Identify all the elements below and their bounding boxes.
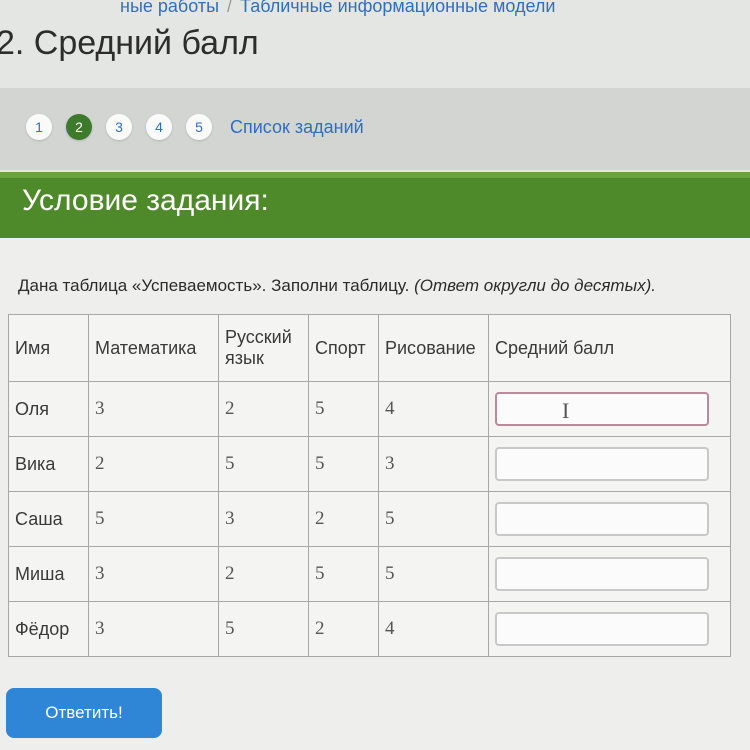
table-row: Вика 2 5 5 3 (8, 436, 731, 492)
grade-cell: 3 (88, 381, 219, 437)
grade-cell: 2 (308, 601, 379, 657)
grades-table: Имя Математика Русский язык Спорт Рисова… (8, 314, 731, 657)
student-name: Оля (8, 381, 89, 437)
page-title: 2. Средний балл (0, 24, 259, 62)
page-1-button[interactable]: 1 (26, 114, 52, 140)
grade-cell: 5 (378, 491, 489, 547)
breadcrumb-current-link[interactable]: Табличные информационные модели (240, 0, 555, 16)
submit-button[interactable]: Ответить! (6, 688, 162, 738)
task-statement-text: Дана таблица «Успеваемость». Заполни таб… (18, 276, 410, 295)
header-sport: Спорт (308, 314, 379, 382)
grade-cell: 5 (88, 491, 219, 547)
average-input[interactable] (495, 447, 709, 481)
student-name: Вика (8, 436, 89, 492)
breadcrumb-prev-link[interactable]: ные работы (120, 0, 219, 16)
average-cell (488, 436, 731, 492)
header-name: Имя (8, 314, 89, 382)
section-header: Условие задания: (0, 172, 750, 238)
table-row: Саша 5 3 2 5 (8, 491, 731, 547)
grade-cell: 5 (308, 436, 379, 492)
page-4-button[interactable]: 4 (146, 114, 172, 140)
task-statement-note: (Ответ округли до десятых). (414, 276, 656, 295)
table-row: Фёдор 3 5 2 4 (8, 601, 731, 657)
header-average: Средний балл (488, 314, 731, 382)
average-input[interactable] (495, 612, 709, 646)
grade-cell: 3 (218, 491, 309, 547)
task-pager: 1 2 3 4 5 Список заданий (26, 114, 364, 140)
grade-cell: 2 (88, 436, 219, 492)
student-name: Саша (8, 491, 89, 547)
page-3-button[interactable]: 3 (106, 114, 132, 140)
section-title: Условие задания: (22, 184, 269, 217)
average-input[interactable] (495, 557, 709, 591)
text-cursor-icon: I (562, 398, 570, 423)
breadcrumb: ные работы / Табличные информационные моде… (120, 0, 555, 17)
header-russian: Русский язык (218, 314, 309, 382)
grade-cell: 3 (88, 546, 219, 602)
grade-cell: 2 (218, 381, 309, 437)
grade-cell: 5 (218, 601, 309, 657)
student-name: Фёдор (8, 601, 89, 657)
task-statement: Дана таблица «Успеваемость». Заполни таб… (18, 276, 656, 296)
page-2-button[interactable]: 2 (66, 114, 92, 140)
average-cell (488, 546, 731, 602)
grade-cell: 2 (218, 546, 309, 602)
average-input[interactable] (495, 392, 709, 426)
grade-cell: 2 (308, 491, 379, 547)
grade-cell: 3 (378, 436, 489, 492)
table-header-row: Имя Математика Русский язык Спорт Рисова… (8, 314, 731, 382)
average-input[interactable] (495, 502, 709, 536)
average-cell (488, 381, 731, 437)
header-math: Математика (88, 314, 219, 382)
grade-cell: 4 (378, 381, 489, 437)
grade-cell: 5 (378, 546, 489, 602)
average-cell (488, 601, 731, 657)
grade-cell: 3 (88, 601, 219, 657)
task-list-link[interactable]: Список заданий (230, 117, 364, 138)
table-row: Миша 3 2 5 5 (8, 546, 731, 602)
page-5-button[interactable]: 5 (186, 114, 212, 140)
grade-cell: 5 (218, 436, 309, 492)
header-drawing: Рисование (378, 314, 489, 382)
grade-cell: 5 (308, 381, 379, 437)
breadcrumb-separator: / (227, 0, 233, 16)
student-name: Миша (8, 546, 89, 602)
grade-cell: 5 (308, 546, 379, 602)
table-row: Оля 3 2 5 4 (8, 381, 731, 437)
average-cell (488, 491, 731, 547)
grade-cell: 4 (378, 601, 489, 657)
